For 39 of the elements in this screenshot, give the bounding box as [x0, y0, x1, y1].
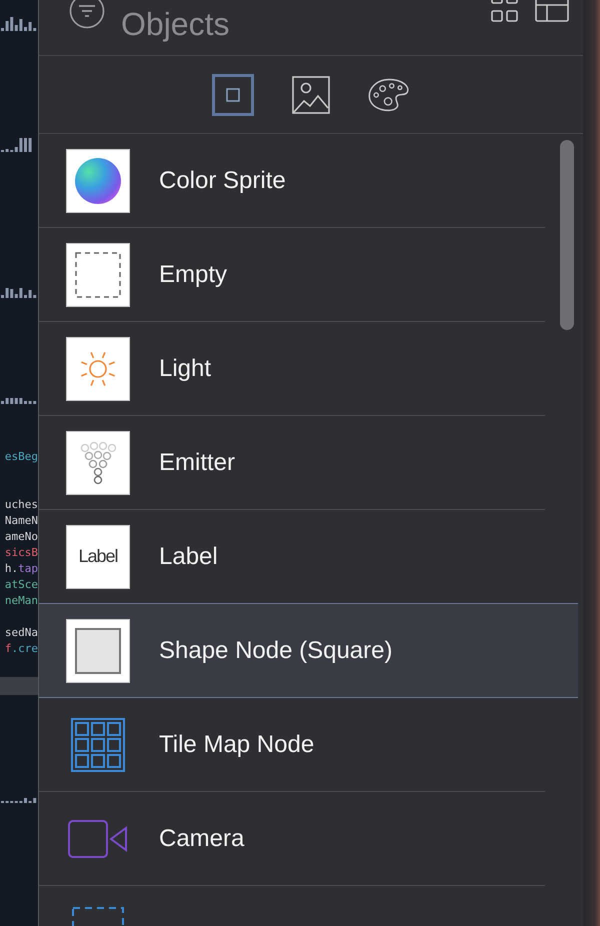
code-line: neMan — [4, 593, 38, 609]
tile-grid-icon — [71, 718, 125, 772]
sun-icon — [66, 336, 130, 400]
level-meter-icon — [0, 398, 38, 404]
video-camera-icon — [68, 820, 128, 858]
particle-emitter-icon — [66, 430, 130, 494]
library-tab[interactable] — [290, 74, 332, 116]
object-list-item[interactable]: Tile Map Node — [39, 698, 545, 792]
filter-icon — [69, 0, 105, 29]
code-line: sedNa — [4, 625, 38, 641]
level-meter-icon — [0, 798, 38, 803]
code-line: sicsB — [4, 545, 38, 561]
code-line: h.tap — [4, 561, 38, 577]
grid-view-icon[interactable] — [491, 0, 519, 23]
empty-node-icon — [66, 242, 130, 306]
scrollbar-thumb[interactable] — [560, 140, 574, 330]
code-line: esBeg — [4, 449, 38, 465]
object-list-item[interactable]: Light — [39, 322, 545, 416]
library-tab[interactable] — [212, 74, 254, 116]
current-line-highlight — [0, 677, 38, 695]
level-meter-icon — [0, 288, 38, 298]
code-line: f.cre — [4, 641, 38, 657]
square-shape-icon — [66, 618, 130, 682]
panel-title: Objects — [121, 5, 230, 43]
layout-icon[interactable] — [535, 0, 569, 23]
object-list-item[interactable]: Color Sprite — [39, 134, 545, 228]
code-line: atSce — [4, 577, 38, 593]
image-icon — [292, 76, 330, 114]
level-meter-icon — [0, 17, 38, 31]
object-list-item[interactable]: Emitter — [39, 416, 545, 510]
square-icon — [226, 88, 240, 102]
sprite-thumbnail — [66, 148, 130, 212]
object-list-item[interactable]: Empty — [39, 228, 545, 322]
object-list-item[interactable]: Camera — [39, 792, 545, 886]
code-line: uches — [4, 497, 38, 513]
object-list-item[interactable]: Shape Node (Square) — [39, 603, 578, 698]
code-line: NameN — [4, 513, 38, 529]
label-thumbnail: Label — [66, 524, 130, 588]
code-line: ameNo — [4, 529, 38, 545]
